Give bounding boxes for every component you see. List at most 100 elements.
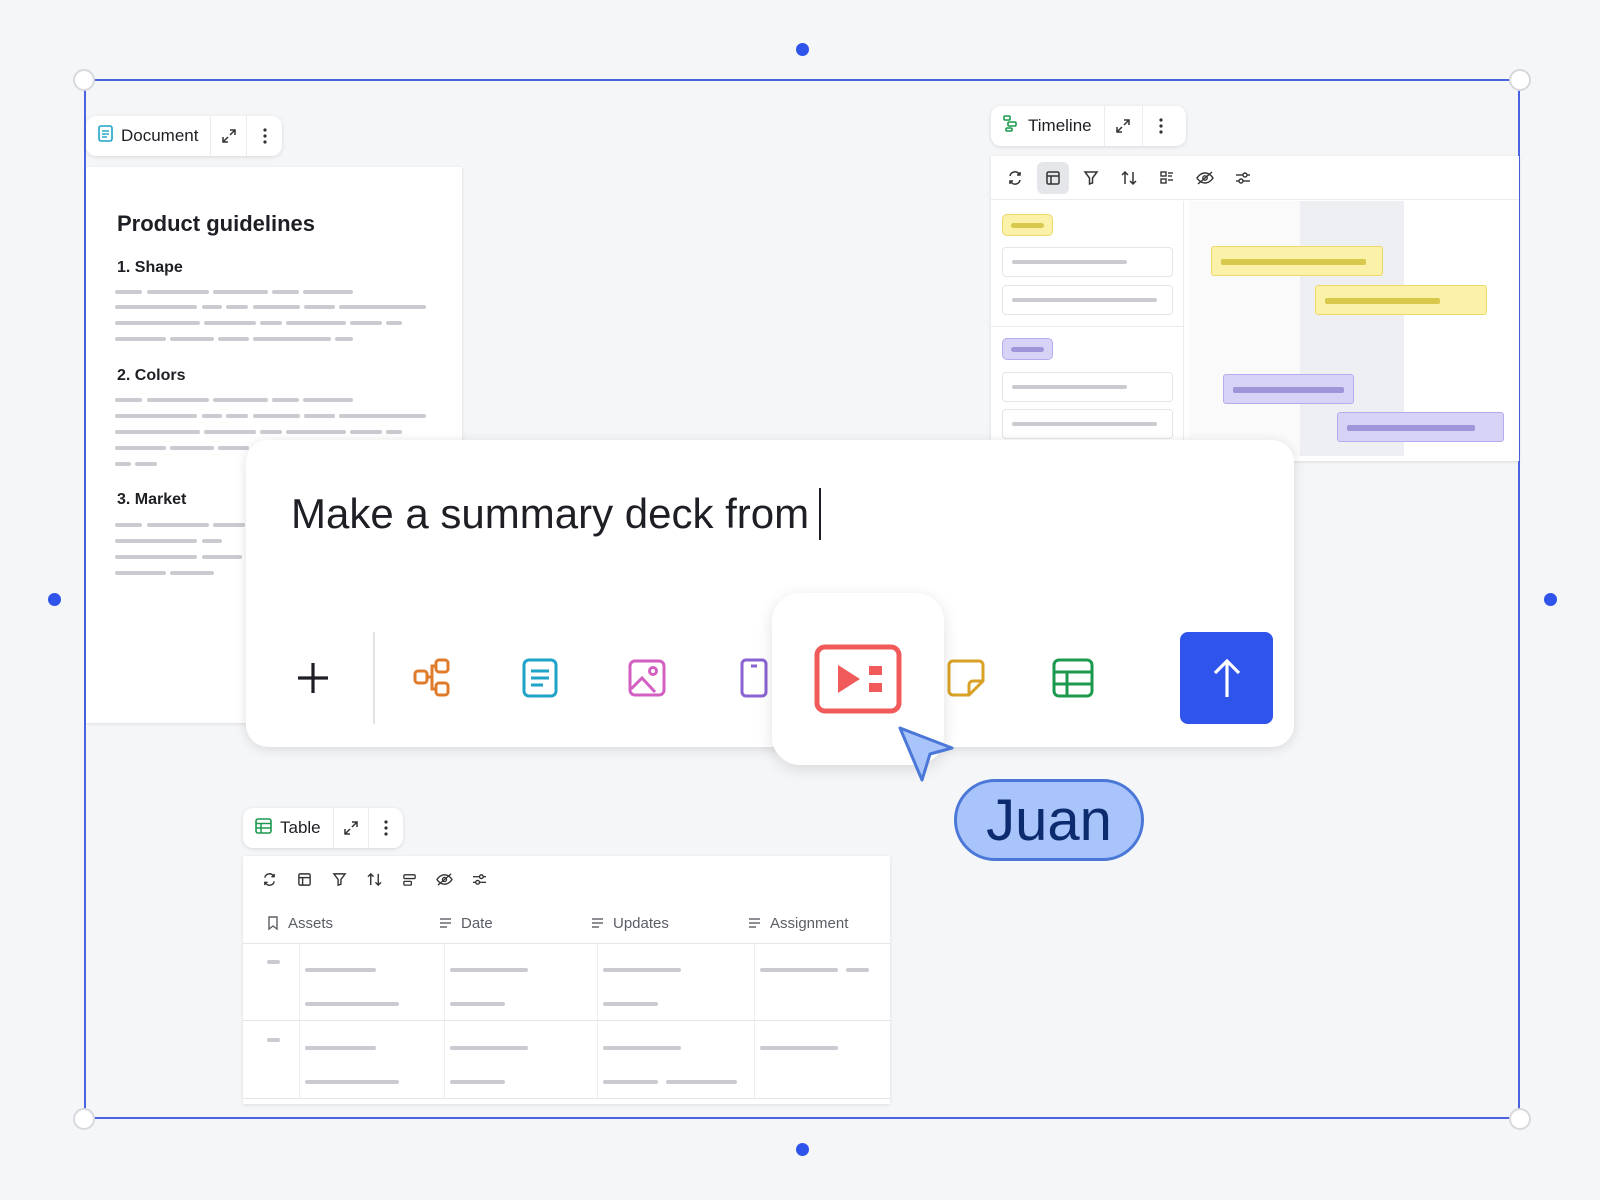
collaborator-name: Juan [986,787,1112,853]
text-line [204,321,256,325]
timeline-header-label: Timeline [1028,116,1092,135]
hide-icon[interactable] [1189,162,1221,194]
timeline-card[interactable] [991,156,1519,461]
table-icon [255,817,272,839]
ai-prompt-card[interactable]: Make a summary deck from [246,440,1294,747]
table-header-label: Table [280,818,321,837]
table-card[interactable]: Assets Date Updates Assignment [243,856,890,1104]
filter-icon[interactable] [1075,162,1107,194]
timeline-row[interactable] [1002,409,1173,439]
group-label-purple[interactable] [1002,338,1053,360]
timeline-row[interactable] [1002,372,1173,402]
sync-icon[interactable] [999,162,1031,194]
layout-icon[interactable] [1037,161,1069,194]
presentation-icon [814,644,902,714]
filter-icon[interactable] [323,863,355,895]
text-line [304,305,335,309]
timeline-bar[interactable] [1223,374,1354,404]
text-line [115,337,166,341]
resize-handle-bottom-left[interactable] [73,1108,95,1130]
resize-handle-top-left[interactable] [73,69,95,91]
group-icon[interactable] [393,863,425,895]
section-heading: 3. Market [117,491,187,508]
resize-handle-bottom-right[interactable] [1509,1108,1531,1130]
send-button[interactable] [1180,632,1273,724]
section-heading: 2. Colors [117,367,186,384]
timeline-row[interactable] [1002,285,1173,315]
table-title-button[interactable]: Table [243,808,333,848]
text-line [202,414,222,418]
column-header-date[interactable]: Date [439,902,493,944]
arrow-up-icon [1213,658,1240,697]
table-row[interactable] [243,1022,890,1099]
document-header[interactable]: Document [86,116,282,156]
text-line [170,571,214,575]
timeline-bar[interactable] [1337,412,1504,442]
text-line [213,398,268,402]
text-line [253,414,300,418]
text-line [147,398,209,402]
expand-icon[interactable] [1103,106,1142,146]
table-header[interactable]: Table [243,808,403,848]
text-line [115,414,197,418]
group-icon[interactable] [1151,162,1183,194]
document-title: Product guidelines [117,211,316,236]
timeline-row-list [991,201,1184,461]
collaborator-cursor-icon [896,724,958,791]
document-title-button[interactable]: Document [86,116,210,156]
hide-icon[interactable] [428,863,460,895]
more-options-icon[interactable] [1141,106,1180,146]
column-label: Assignment [770,914,849,932]
group-label-yellow[interactable] [1002,214,1053,236]
text-line [339,414,426,418]
text-line [260,321,282,325]
document-icon[interactable] [510,648,570,708]
timeline-row[interactable] [1002,247,1173,277]
more-options-icon[interactable] [367,808,403,848]
text-field-icon [749,918,760,928]
sticky-note-icon[interactable] [936,648,996,708]
connector-dot-top[interactable] [796,43,809,56]
column-label: Assets [288,914,334,932]
sort-icon[interactable] [358,863,390,895]
column-header-assignment[interactable]: Assignment [748,902,848,944]
diagram-icon[interactable] [403,648,463,708]
connector-dot-left[interactable] [48,593,61,606]
text-line [226,305,248,309]
column-header-assets[interactable]: Assets [267,902,333,944]
text-line [272,398,299,402]
sort-icon[interactable] [1113,162,1145,194]
add-icon[interactable] [283,648,343,708]
more-options-icon[interactable] [246,116,282,156]
timeline-bar[interactable] [1211,246,1383,276]
layout-icon[interactable] [288,863,320,895]
sync-icon[interactable] [253,863,285,895]
prompt-input-text: Make a summary deck from [291,490,810,537]
text-line [115,398,142,402]
timeline-title-button[interactable]: Timeline [991,106,1104,146]
connector-dot-right[interactable] [1544,593,1557,606]
table-icon[interactable] [1043,648,1103,708]
text-line [213,523,245,527]
text-line [115,555,197,559]
image-icon[interactable] [617,648,677,708]
timeline-bar[interactable] [1315,285,1487,315]
table-row[interactable] [243,944,890,1021]
settings-sliders-icon[interactable] [463,863,495,895]
expand-icon[interactable] [332,808,368,848]
text-line [260,430,282,434]
connector-dot-bottom[interactable] [796,1143,809,1156]
text-line [218,337,249,341]
text-line [115,571,166,575]
bookmark-icon [268,916,278,930]
document-header-label: Document [121,126,199,145]
resize-handle-top-right[interactable] [1509,69,1531,91]
text-line [272,290,299,294]
settings-sliders-icon[interactable] [1227,162,1259,194]
text-line [335,337,353,341]
timeline-header[interactable]: Timeline [991,106,1186,146]
text-caret [819,488,822,540]
expand-icon[interactable] [210,116,246,156]
prompt-input[interactable]: Make a summary deck from [291,488,822,540]
column-header-updates[interactable]: Updates [591,902,669,944]
